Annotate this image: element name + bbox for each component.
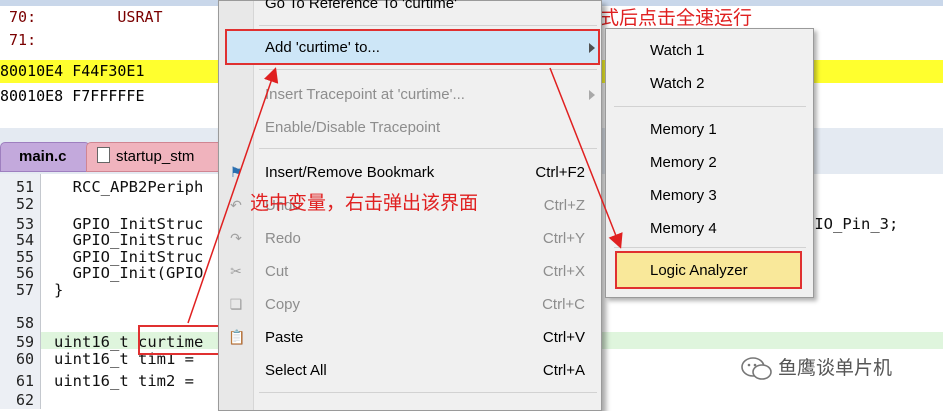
watermark-text: 鱼鹰谈单片机 <box>778 358 893 379</box>
submenu-separator <box>614 106 806 107</box>
submenu-item-memory-3[interactable]: Memory 3 <box>606 179 813 212</box>
submenu-item-memory-1[interactable]: Memory 1 <box>606 113 813 146</box>
tab-startup[interactable]: startup_stm <box>86 142 238 172</box>
redo-icon: ↷ <box>230 230 242 246</box>
file-icon <box>97 147 110 163</box>
menu-item-label: Insert/Remove Bookmark <box>265 164 435 181</box>
menu-item-shortcut: Ctrl+V <box>542 329 585 346</box>
bookmark-icon: ⚑ <box>229 164 243 180</box>
menu-item-enable-disable-tracepoint[interactable]: Enable/Disable Tracepoint <box>219 111 601 144</box>
line-number: 51 <box>15 178 34 196</box>
menu-separator <box>259 392 597 393</box>
menu-separator <box>259 69 597 70</box>
submenu-item-label: Memory 3 <box>650 187 717 204</box>
menu-item-label: Enable/Disable Tracepoint <box>265 119 441 136</box>
submenu-item-label: Memory 4 <box>650 220 717 237</box>
tab-label: startup_stm <box>116 148 195 165</box>
menu-item-shortcut: Ctrl+Y <box>542 230 585 247</box>
menu-item-label: Add 'curtime' to... <box>265 39 380 56</box>
menu-item-shortcut: Ctrl+Z <box>543 197 585 214</box>
submenu-item-watch-2[interactable]: Watch 2 <box>606 67 813 100</box>
submenu-item-memory-4[interactable]: Memory 4 <box>606 212 813 245</box>
line-number: 58 <box>15 314 34 332</box>
submenu-arrow-icon <box>589 90 595 100</box>
submenu-item-label: Watch 2 <box>650 75 705 92</box>
menu-separator <box>259 25 597 26</box>
code-fragment-right: PIO_Pin_3; <box>805 215 899 233</box>
code-line: GPIO_Init(GPIO <box>54 264 204 282</box>
menu-item-label: Redo <box>265 230 301 247</box>
submenu-item-label: Logic Analyzer <box>650 262 748 279</box>
submenu-separator <box>614 247 806 248</box>
line-number: 53 <box>15 215 34 233</box>
code-line: uint16_t tim2 = <box>54 372 194 390</box>
menu-item-copy[interactable]: ❏ Copy Ctrl+C <box>219 288 601 321</box>
menu-item-label: Copy <box>265 296 301 313</box>
line-number: 60 <box>15 350 34 368</box>
menu-item-bookmark[interactable]: ⚑ Insert/Remove Bookmark Ctrl+F2 <box>219 156 601 189</box>
menu-item-go-to-reference[interactable]: Go To Reference To 'curtime' <box>219 0 601 20</box>
tab-main-c[interactable]: main.c <box>0 142 90 172</box>
code-line: } <box>54 281 64 299</box>
code-line: GPIO_InitStruc <box>54 231 204 249</box>
menu-item-label: Insert Tracepoint at 'curtime'... <box>265 86 465 103</box>
menu-separator <box>259 148 597 149</box>
code-line: GPIO_InitStruc <box>54 215 204 233</box>
copy-icon: ❏ <box>229 296 243 312</box>
cut-icon: ✂ <box>230 263 242 279</box>
menu-item-shortcut: Ctrl+A <box>542 362 585 379</box>
menu-item-shortcut: Ctrl+F2 <box>535 164 585 181</box>
line-number: 54 <box>15 231 34 249</box>
submenu-item-label: Memory 2 <box>650 154 717 171</box>
submenu-item-memory-2[interactable]: Memory 2 <box>606 146 813 179</box>
code-line: RCC_APB2Periph <box>54 178 204 196</box>
menu-item-label: Paste <box>265 329 304 346</box>
code-line: GPIO_InitStruc <box>54 248 204 266</box>
watermark: 鱼鹰谈单片机 <box>740 355 892 383</box>
line-number: 52 <box>15 195 34 213</box>
menu-item-label: Go To Reference To 'curtime' <box>265 0 457 12</box>
line-number: 57 <box>15 281 34 299</box>
undo-icon: ↶ <box>230 197 242 213</box>
line-number: 59 <box>15 333 34 351</box>
line-number: 62 <box>15 391 34 409</box>
submenu-item-label: Watch 1 <box>650 42 705 59</box>
menu-item-insert-tracepoint[interactable]: Insert Tracepoint at 'curtime'... <box>219 78 601 111</box>
menu-item-cut[interactable]: ✂ Cut Ctrl+X <box>219 255 601 288</box>
menu-item-add-to[interactable]: Add 'curtime' to... <box>219 31 601 64</box>
submenu-item-logic-analyzer[interactable]: Logic Analyzer <box>606 254 813 287</box>
menu-item-label: Select All <box>265 362 327 379</box>
menu-item-shortcut: Ctrl+C <box>542 296 585 313</box>
submenu-item-label: Memory 1 <box>650 121 717 138</box>
submenu-item-watch-1[interactable]: Watch 1 <box>606 34 813 67</box>
line-number-gutter: 51 52 53 54 55 56 57 58 59 60 61 62 <box>0 174 41 409</box>
wechat-icon <box>741 357 772 380</box>
menu-item-select-all[interactable]: Select All Ctrl+A <box>219 354 601 387</box>
line-number: 56 <box>15 264 34 282</box>
menu-item-shortcut: Ctrl+X <box>542 263 585 280</box>
submenu-arrow-icon <box>589 43 595 53</box>
annotation-text: 选中变量，右击弹出该界面 <box>250 192 479 214</box>
line-number: 61 <box>15 372 34 390</box>
tab-label: main.c <box>19 148 67 165</box>
menu-item-label: Cut <box>265 263 289 280</box>
menu-item-paste[interactable]: 📋 Paste Ctrl+V <box>219 321 601 354</box>
disasm-comment-fragment: 式后点击全速运行 <box>600 7 753 29</box>
line-number: 55 <box>15 248 34 266</box>
add-to-submenu: Watch 1 Watch 2 Memory 1 Memory 2 Memory… <box>605 28 814 298</box>
menu-item-redo[interactable]: ↷ Redo Ctrl+Y <box>219 222 601 255</box>
paste-icon: 📋 <box>228 329 246 345</box>
